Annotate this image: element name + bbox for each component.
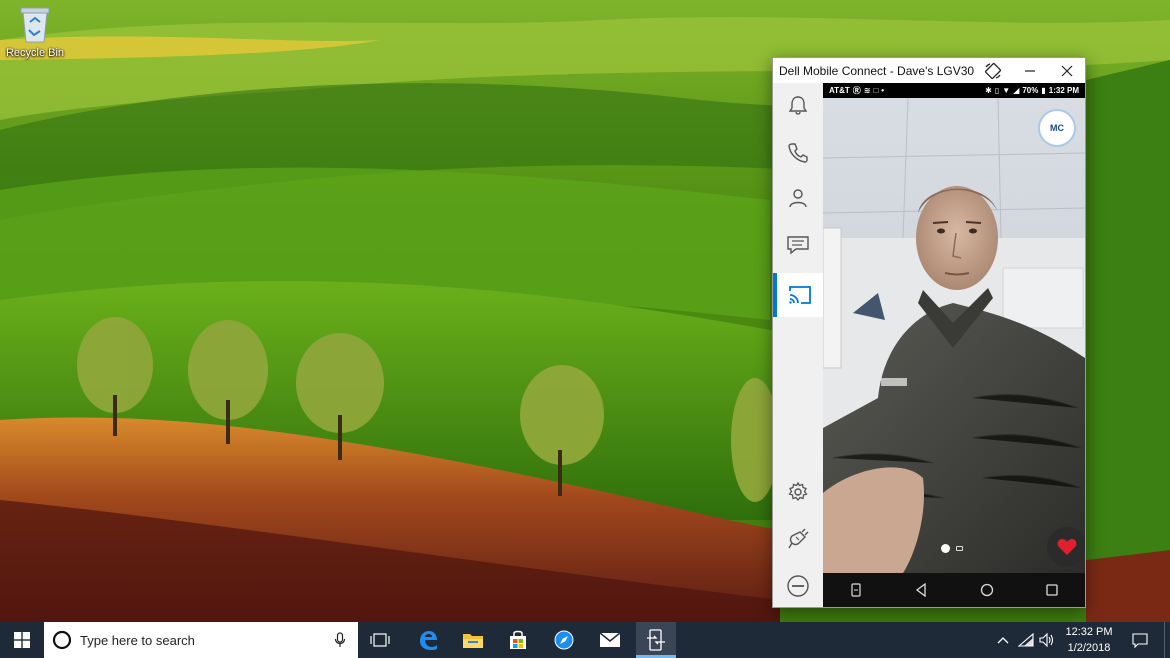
cortana-icon: [52, 630, 72, 650]
sidebar-item-contacts[interactable]: [773, 178, 823, 218]
bluetooth-icon: ✱: [985, 86, 992, 95]
camera-page-icon: [956, 546, 963, 551]
phone-screen-button[interactable]: [841, 575, 871, 605]
message-icon: [787, 236, 809, 255]
home-button[interactable]: [972, 575, 1002, 605]
wifi-icon: ▼: [1002, 86, 1011, 95]
dell-mobile-connect-taskbar-button[interactable]: [636, 622, 676, 658]
minus-circle-icon: [787, 575, 809, 597]
sidebar-item-screen-mirror[interactable]: [773, 273, 823, 317]
store-button[interactable]: [498, 622, 538, 658]
battery-icon: ▮: [1041, 86, 1046, 95]
start-button[interactable]: [0, 622, 44, 658]
minimize-button[interactable]: [1011, 58, 1048, 83]
skype-icon: Ⓡ: [852, 86, 861, 95]
mc-avatar-badge[interactable]: MC: [1038, 109, 1076, 147]
recents-button[interactable]: [1037, 575, 1067, 605]
wifi-calling-icon: ≋: [863, 86, 871, 95]
speaker-icon: [1039, 633, 1054, 647]
back-triangle-icon: [916, 583, 926, 597]
action-center-button[interactable]: [1125, 622, 1155, 658]
app-sidebar: [773, 83, 823, 607]
sidebar-item-connection[interactable]: [773, 519, 823, 559]
file-explorer-icon: [463, 634, 483, 648]
network-button[interactable]: [1015, 622, 1037, 658]
wifi-signal-icon: [1018, 633, 1034, 647]
person-icon: [789, 189, 807, 208]
file-explorer-button[interactable]: [453, 622, 493, 658]
mail-button[interactable]: [590, 622, 630, 658]
edge-icon: [420, 631, 437, 650]
device-icon: [851, 583, 861, 597]
edge-button[interactable]: [408, 622, 448, 658]
minimize-icon: [1024, 69, 1035, 72]
vibrate-icon: ▯: [994, 86, 1000, 95]
home-circle-icon: [980, 583, 993, 597]
dell-mobile-connect-window: Dell Mobile Connect - Dave's LGV30 AT&T …: [772, 57, 1086, 608]
back-button[interactable]: [906, 575, 936, 605]
dell-mobile-connect-icon: [647, 629, 665, 651]
clock-time: 12:32 PM: [1065, 626, 1113, 638]
recycle-bin-label: Recycle Bin: [5, 47, 65, 59]
task-view-icon: [370, 633, 390, 647]
recents-square-icon: [1046, 584, 1058, 596]
gear-icon: [788, 481, 808, 502]
page-indicator: [941, 544, 963, 553]
show-desktop-divider[interactable]: [1164, 622, 1165, 658]
favorite-button[interactable]: [1047, 527, 1085, 567]
notification-icon: □: [873, 86, 879, 95]
window-title: Dell Mobile Connect - Dave's LGV30: [779, 63, 975, 78]
safari-button[interactable]: [544, 622, 584, 658]
window-titlebar[interactable]: Dell Mobile Connect - Dave's LGV30: [773, 58, 1085, 83]
windows-taskbar: Type here to search: [0, 622, 1170, 658]
plug-icon: [788, 528, 809, 549]
notification-center-icon: [1132, 633, 1148, 648]
android-nav-bar: [823, 573, 1085, 607]
sidebar-item-notifications[interactable]: [773, 85, 823, 125]
show-hidden-icons-button[interactable]: [992, 622, 1014, 658]
phone-status-bar: AT&T Ⓡ ≋ □ • ✱ ▯ ▼ ◢ 70% ▮ 1:32 PM: [823, 83, 1085, 98]
bell-icon: [788, 96, 808, 115]
more-notifications-icon: •: [881, 86, 885, 95]
signal-icon: ◢: [1013, 86, 1020, 95]
rotate-icon: [984, 62, 1001, 79]
sidebar-item-calls[interactable]: [773, 132, 823, 172]
heart-icon: [1057, 539, 1077, 555]
sidebar-item-messages[interactable]: [773, 225, 823, 265]
sidebar-item-settings[interactable]: [773, 472, 823, 512]
page-dot-active: [941, 544, 950, 553]
mail-icon: [599, 632, 621, 647]
phone-screen-mirror[interactable]: AT&T Ⓡ ≋ □ • ✱ ▯ ▼ ◢ 70% ▮ 1:32 PM MC: [823, 83, 1085, 607]
chevron-up-icon: [997, 637, 1009, 644]
microphone-icon[interactable]: [334, 632, 346, 648]
clock-date: 1/2/2018: [1067, 642, 1111, 654]
windows-logo-icon: [14, 632, 30, 648]
phone-time: 1:32 PM: [1048, 86, 1079, 95]
taskbar-clock[interactable]: 12:32 PM 1/2/2018: [1060, 622, 1118, 658]
search-placeholder: Type here to search: [80, 632, 195, 648]
phone-icon: [788, 143, 808, 163]
battery-percent: 70%: [1022, 86, 1039, 95]
task-view-button[interactable]: [360, 622, 400, 658]
recycle-bin-desktop-icon[interactable]: Recycle Bin: [4, 4, 66, 59]
camera-preview: [823, 98, 1085, 573]
carrier-label: AT&T: [829, 86, 850, 95]
volume-button[interactable]: [1036, 622, 1058, 658]
sidebar-item-disconnect[interactable]: [773, 566, 823, 606]
safari-icon: [554, 630, 574, 650]
taskbar-search-box[interactable]: Type here to search: [44, 622, 358, 658]
close-icon: [1061, 65, 1072, 76]
store-icon: [510, 630, 526, 649]
cast-icon: [789, 286, 811, 304]
close-button[interactable]: [1048, 58, 1085, 83]
rotate-button[interactable]: [974, 58, 1011, 83]
recycle-bin-icon: [20, 7, 50, 43]
